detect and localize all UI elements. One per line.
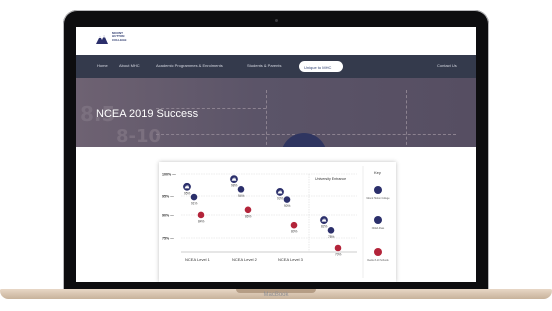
nav-item-academic[interactable]: Academic Programmes & Enrolments [156,63,223,68]
college-logo-text: MOUNT HUTTON COLLEGE [112,31,127,42]
nav-item-students[interactable]: Students & Parents [247,63,281,68]
logo-line: COLLEGE [112,37,127,42]
key-title: Key [374,170,381,175]
screen: MOUNT HUTTON COLLEGE Home About MHC Acad… [76,27,476,282]
x-group-label-ue: University Entrance [315,177,346,181]
nav-item-unique-label: Unique to MHC [304,64,332,70]
key-marker [374,186,382,194]
nav-item-contact[interactable]: Contact Us [437,63,457,68]
hero-bg-number: 8-10 [116,126,162,147]
chart-point-label: 80% [291,230,298,234]
key-marker [374,248,382,256]
chart-point-label: 94% [238,194,245,198]
chart-point-1-3 [327,226,335,235]
chart-point-label: 98% [231,184,238,188]
y-tick-label: 95% — [162,195,174,199]
nav-item-home[interactable]: Home [97,63,108,68]
chart-point-label: 86% [245,214,252,218]
chart-point-label: 78% [328,235,335,239]
key-label: Mount Hutton College [366,197,390,200]
site-header: MOUNT HUTTON COLLEGE [76,27,476,55]
chart-point-1-2 [283,195,291,204]
chart-point-1-1 [237,185,245,194]
chart-point-label: 90% [284,204,291,208]
hero-banner: 8.5 8-10 NCEA 2019 Success [76,78,476,147]
nav-item-unique[interactable]: Unique to MHC [299,61,343,72]
chart-point-2-0 [197,211,205,219]
hero-divider [266,90,267,147]
chart-point-2-3 [334,244,342,252]
chart-point-label: 91% [191,202,198,206]
chart-point-2-1 [244,205,252,214]
page-title: NCEA 2019 Success [96,108,199,120]
results-chart-card: 100% — 95% — 90% — 75% — NCEA Level 1 NC… [159,162,396,282]
college-logo-icon[interactable] [95,33,109,45]
chart-key: Mount Hutton College NCEA Pass Decile 8-10… [366,186,390,262]
chart-point-label: 95% [184,191,191,195]
key-label: NCEA Pass [372,227,385,230]
x-group-label: NCEA Level 1 [185,257,211,262]
chart-marks: 95% 98% 93% 82% 91% 94% 90% 78% 84% 86% 80% 70% [182,174,342,257]
chart-point-0-1 [229,174,239,184]
y-tick-label: 100% — [162,173,176,177]
chart-point-label: 70% [335,253,342,257]
y-tick-label: 90% — [162,214,174,218]
camera-icon [275,19,278,22]
chart-point-2-2 [290,221,298,230]
y-tick-label: 75% — [162,237,174,241]
results-chart: 100% — 95% — 90% — 75% — NCEA Level 1 NC… [162,166,390,278]
chart-point-1-0 [190,193,198,201]
nav-item-about[interactable]: About MHC [119,63,140,68]
hero-divider [406,90,407,147]
x-group-label: NCEA Level 2 [232,257,258,262]
chart-point-label: 93% [277,196,284,200]
x-group-label: NCEA Level 3 [278,257,304,262]
key-marker [374,216,382,224]
device-brand-label: MacBook [263,292,289,298]
key-label: Decile 8-10 Schools [367,259,389,262]
chart-point-0-2 [275,187,285,197]
chart-point-label: 82% [321,225,328,229]
chart-point-label: 84% [198,219,205,223]
